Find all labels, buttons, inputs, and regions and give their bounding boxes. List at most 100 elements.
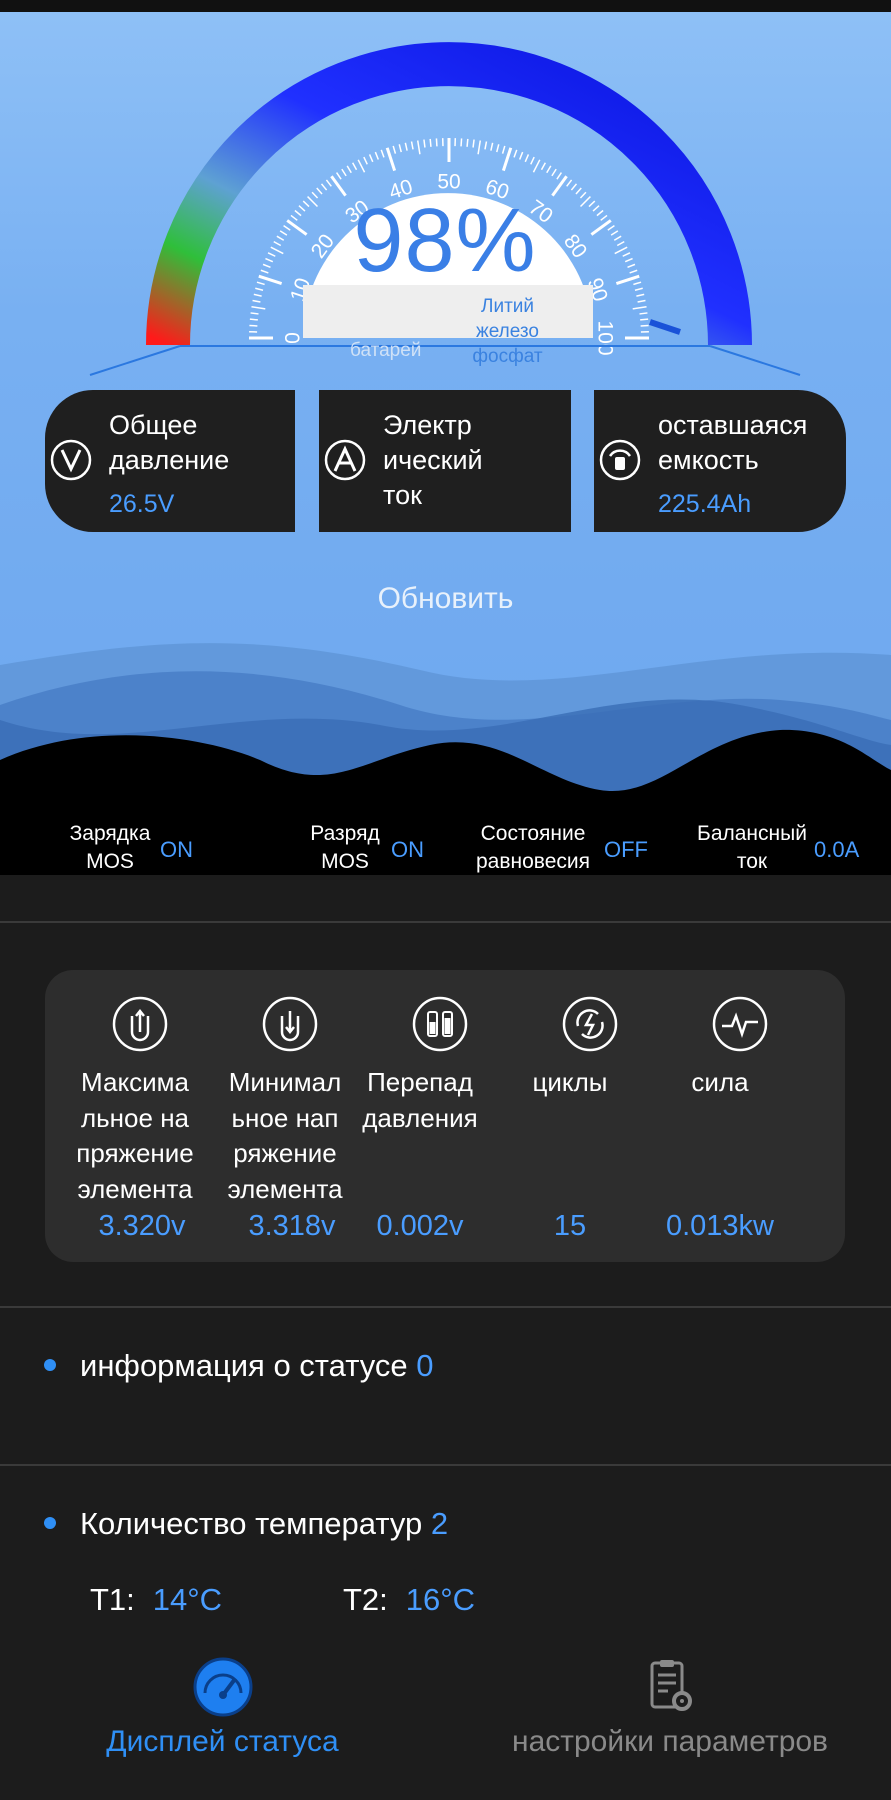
cycles-value: 15 <box>553 1210 587 1242</box>
status-info-label: информация о статусе <box>80 1348 408 1383</box>
capacity-gauge-icon <box>599 439 641 481</box>
balance-current-label: Балансный ток <box>697 822 807 873</box>
gauge-minor-tick <box>624 257 633 263</box>
nav-status-display[interactable]: Дисплей статуса <box>80 1655 365 1759</box>
gauge-minor-tick <box>423 139 426 148</box>
t1-value: 14°C <box>152 1582 223 1617</box>
gauge-minor-tick <box>341 168 347 177</box>
gauge-minor-tick <box>556 172 563 180</box>
t2-label: T2: <box>343 1582 388 1617</box>
gauge-minor-tick <box>429 138 432 147</box>
gauge-major-tick <box>590 219 612 236</box>
gauge-minor-tick <box>416 140 421 155</box>
min-voltage-icon <box>262 996 318 1052</box>
temperature-t1: T1: 14°C <box>90 1582 222 1618</box>
discharge-mos-value: ON <box>391 837 424 862</box>
total-voltage-label: Общее давление <box>109 410 230 475</box>
remaining-capacity-label: оставшаяся емкость <box>658 410 808 475</box>
discharge-mos-label: Разряд MOS <box>310 822 380 873</box>
gauge-minor-tick <box>255 287 264 291</box>
gauge-minor-tick <box>351 162 358 171</box>
nav-parameter-settings[interactable]: настройки параметров <box>485 1655 855 1759</box>
gauge-minor-tick <box>472 139 475 148</box>
balance-state-label: Состояние равновесия <box>476 822 590 873</box>
gauge-overlay-text: батарей <box>350 340 422 361</box>
gauge-minor-tick <box>622 252 631 257</box>
gauge-major-tick <box>501 147 513 172</box>
gauge-minor-tick <box>614 246 628 255</box>
battery-percent: 98% <box>353 191 537 291</box>
gauge-minor-tick <box>596 209 604 217</box>
gauge-minor-tick <box>600 214 608 221</box>
gauge-minor-tick <box>639 312 648 315</box>
cycle-icon <box>562 996 618 1052</box>
max-cell-voltage-value: 3.320v <box>98 1210 186 1242</box>
gauge-scale-label: 0 <box>282 332 305 344</box>
gauge-minor-tick <box>636 293 645 297</box>
gauge-minor-tick <box>325 179 332 187</box>
gauge-minor-tick <box>530 156 535 165</box>
gauge-minor-tick <box>607 224 615 231</box>
battery-type-label: Литий железо фосфат <box>472 296 543 367</box>
charge-mos-value: ON <box>160 837 193 862</box>
remaining-capacity-card: оставшаяся емкость 225.4Ah <box>594 390 846 532</box>
gauge-minor-tick <box>592 205 600 212</box>
gauge-minor-tick <box>484 141 488 150</box>
gauge-scale-label: 100 <box>593 320 616 355</box>
nav-status-display-label: Дисплей статуса <box>106 1725 339 1758</box>
gauge-minor-tick <box>627 263 636 269</box>
gauge-minor-tick <box>398 144 402 153</box>
balance-state-value: OFF <box>604 837 648 862</box>
gauge-minor-tick <box>368 154 374 163</box>
gauge-minor-tick <box>357 159 366 173</box>
voltage-diff-label: Перепад давления <box>362 1067 478 1133</box>
divider <box>0 921 891 923</box>
a-gauge-icon <box>324 439 366 481</box>
power-label: сила <box>691 1067 749 1097</box>
gauge-minor-tick <box>629 269 638 274</box>
gauge-minor-tick <box>490 142 494 151</box>
status-bar <box>0 0 891 12</box>
gauge-minor-tick <box>363 156 368 165</box>
max-cell-voltage-label: Максима льное на пряжение элемента <box>76 1067 194 1204</box>
refresh-button[interactable]: Обновить <box>0 582 891 616</box>
total-voltage-card: Общее давление 26.5V <box>45 390 295 532</box>
gauge-minor-tick <box>546 165 552 174</box>
gauge-minor-tick <box>265 257 274 263</box>
gauge-minor-tick <box>637 299 646 303</box>
gauge-minor-tick <box>633 281 642 286</box>
t1-label: T1: <box>90 1582 135 1617</box>
gauge-minor-tick <box>290 214 298 221</box>
gauge-minor-tick <box>551 168 557 177</box>
gauge-major-tick <box>258 274 283 286</box>
gauge-minor-tick <box>613 235 622 241</box>
gauge-minor-tick <box>616 240 625 247</box>
gauge-minor-tick <box>460 138 463 147</box>
gauge-minor-tick <box>404 142 408 151</box>
gauge-minor-tick <box>540 162 547 171</box>
power-icon <box>712 996 768 1052</box>
gauge-minor-tick <box>532 159 541 173</box>
gauge-minor-tick <box>276 235 285 241</box>
temperature-count-label: Количество температур <box>80 1506 423 1541</box>
bullet-dot <box>44 1358 56 1371</box>
divider <box>0 1464 891 1466</box>
gauge-major-tick <box>615 274 640 286</box>
total-voltage-value: 26.5V <box>109 490 175 518</box>
gauge-minor-tick <box>466 138 469 147</box>
voltage-diff-value: 0.002v <box>376 1210 464 1242</box>
gauge-minor-tick <box>335 172 342 180</box>
gauge-minor-tick <box>610 230 619 236</box>
bullet-dot <box>44 1516 56 1529</box>
gauge-minor-tick <box>632 305 647 310</box>
gauge-minor-tick <box>374 151 380 160</box>
gauge-minor-tick <box>634 287 643 291</box>
gauge-major-tick <box>385 147 397 172</box>
status-info-row[interactable]: информация о статусе 0 <box>44 1348 434 1384</box>
min-cell-voltage-label: Минимал ьное нап ряжение элемента <box>227 1067 343 1204</box>
gauge-minor-tick <box>267 252 276 257</box>
gauge-minor-tick <box>283 224 291 231</box>
gauge-minor-tick <box>380 149 385 158</box>
gauge-minor-tick <box>251 305 266 310</box>
gauge-minor-tick <box>566 179 573 187</box>
